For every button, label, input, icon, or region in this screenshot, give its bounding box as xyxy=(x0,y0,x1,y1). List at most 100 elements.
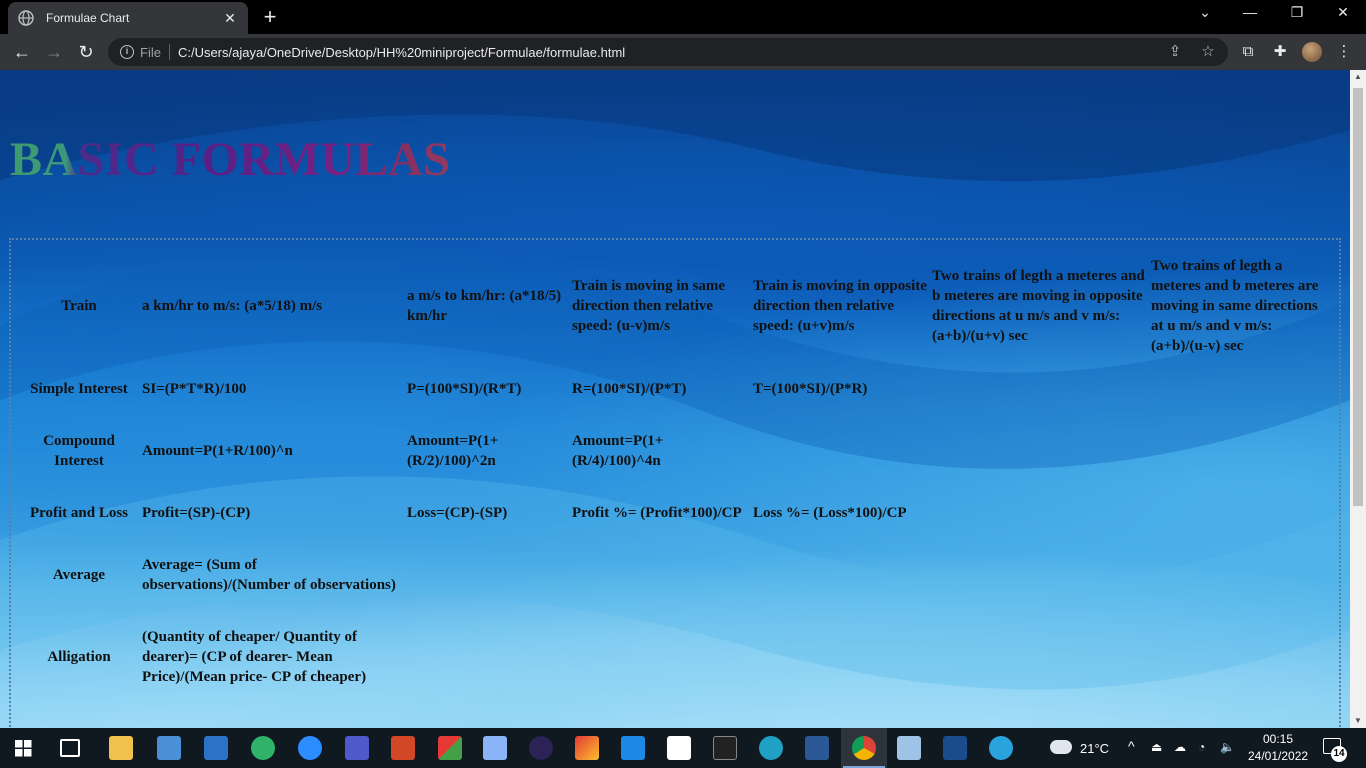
table-cell: SI=(P*T*R)/100 xyxy=(142,381,247,397)
info-icon[interactable]: i xyxy=(120,45,134,59)
weather-cloud-icon[interactable] xyxy=(1050,740,1072,754)
file-label: File xyxy=(140,44,161,60)
pen-icon[interactable]: ⏏ xyxy=(1151,740,1162,754)
powerpoint-icon[interactable] xyxy=(391,736,415,760)
share-icon[interactable]: ⇪ xyxy=(1163,38,1187,66)
news-icon[interactable] xyxy=(204,736,228,760)
vertical-scrollbar[interactable]: ▲ ▼ xyxy=(1350,70,1366,728)
restore-icon[interactable]: ❐ xyxy=(1285,4,1309,21)
vscode-icon[interactable] xyxy=(621,736,645,760)
table-cell xyxy=(406,607,569,707)
wifi-icon[interactable]: ◔ xyxy=(1198,740,1205,754)
clock-time[interactable]: 00:15 xyxy=(1263,732,1293,746)
table-cell: Train is moving in same direction then r… xyxy=(572,278,726,334)
table-cell: Train is moving in opposite direction th… xyxy=(753,278,927,334)
table-cell xyxy=(1150,483,1320,543)
table-row: Average Average= (Sum of observations)/(… xyxy=(19,545,1320,605)
table-cell xyxy=(752,607,929,707)
browser-toolbar: ← → ↻ i File C:/Users/ajaya/OneDrive/Des… xyxy=(0,34,1366,70)
table-cell: Profit=(SP)-(CP) xyxy=(142,505,251,521)
table-cell xyxy=(931,545,1148,605)
row-header: Train xyxy=(61,298,97,314)
table-cell xyxy=(1150,421,1320,481)
paint-icon[interactable] xyxy=(483,736,507,760)
mongodb-icon[interactable] xyxy=(667,736,691,760)
row-header: Simple Interest xyxy=(30,381,128,397)
chevron-up-icon[interactable]: ^ xyxy=(1128,738,1135,754)
computer-icon[interactable] xyxy=(157,736,181,760)
winrar-icon[interactable] xyxy=(575,736,599,760)
url-text[interactable]: C:/Users/ajaya/OneDrive/Desktop/HH%20min… xyxy=(178,45,625,60)
table-cell: Amount=P(1+ (R/2)/100)^2n xyxy=(407,433,499,469)
notification-badge: 14 xyxy=(1331,746,1347,762)
terminal-icon[interactable] xyxy=(713,736,737,760)
temperature[interactable]: 21°C xyxy=(1080,741,1109,756)
table-cell: P=(100*SI)/(R*T) xyxy=(407,381,522,397)
table-cell: a m/s to km/hr: (a*18/5) km/hr xyxy=(407,288,562,324)
eclipse-icon[interactable] xyxy=(529,736,553,760)
divider xyxy=(168,44,170,60)
file-explorer-icon[interactable] xyxy=(109,736,133,760)
bookmark-star-icon[interactable]: ☆ xyxy=(1196,38,1220,66)
row-header: Average xyxy=(52,567,106,583)
table-cell: Amount=P(1+R/100)^n xyxy=(142,443,293,459)
table-row: Compound Interest Amount=P(1+R/100)^n Am… xyxy=(19,421,1320,481)
table-row: Alligation (Quantity of cheaper/ Quantit… xyxy=(19,607,1320,707)
close-window-icon[interactable]: ✕ xyxy=(1331,4,1355,21)
tab-title: Formulae Chart xyxy=(46,11,130,25)
scroll-up-icon[interactable]: ▲ xyxy=(1350,70,1366,84)
chrome-icon[interactable] xyxy=(852,736,876,760)
table-cell xyxy=(406,545,569,605)
onedrive-icon[interactable]: ☁ xyxy=(1174,740,1186,754)
page-viewport: BASIC FORMULAS Train a km/hr to m/s: (a*… xyxy=(0,70,1350,728)
new-tab-icon[interactable]: + xyxy=(260,6,280,28)
formula-table: Train a km/hr to m/s: (a*5/18) m/s a m/s… xyxy=(17,253,1322,709)
table-row: Simple Interest SI=(P*T*R)/100 P=(100*SI… xyxy=(19,359,1320,419)
media-icon[interactable]: ⧉ xyxy=(1236,40,1260,64)
notes-icon[interactable] xyxy=(897,736,921,760)
avatar[interactable] xyxy=(1302,42,1322,62)
app-grid-icon[interactable] xyxy=(438,736,462,760)
windows-start-icon[interactable] xyxy=(15,740,32,757)
menu-icon[interactable]: ⋮ xyxy=(1332,40,1356,64)
formula-table-frame: Train a km/hr to m/s: (a*5/18) m/s a m/s… xyxy=(9,238,1341,728)
scroll-down-icon[interactable]: ▼ xyxy=(1350,714,1366,728)
browser-tab[interactable]: Formulae Chart ✕ xyxy=(8,2,248,34)
scroll-thumb[interactable] xyxy=(1353,88,1363,506)
table-cell: Profit %= (Profit*100)/CP xyxy=(572,505,742,521)
back-icon[interactable]: ← xyxy=(10,40,34,64)
table-row: Train a km/hr to m/s: (a*5/18) m/s a m/s… xyxy=(19,255,1320,357)
chevron-down-icon[interactable]: ⌄ xyxy=(1193,4,1217,21)
table-cell xyxy=(752,421,929,481)
clock-date[interactable]: 24/01/2022 xyxy=(1248,749,1308,763)
table-cell xyxy=(752,545,929,605)
reload-icon[interactable]: ↻ xyxy=(74,40,98,64)
word-icon[interactable] xyxy=(805,736,829,760)
taskbar: 21°C ^ ⏏ ☁ ◔ 🔈 00:15 24/01/2022 14 xyxy=(0,728,1366,768)
volume-icon[interactable]: 🔈 xyxy=(1220,740,1235,754)
table-cell xyxy=(931,421,1148,481)
close-tab-icon[interactable]: ✕ xyxy=(222,10,238,27)
table-cell: Two trains of legth a meteres and b mete… xyxy=(932,268,1145,344)
table-cell xyxy=(931,607,1148,707)
table-cell: (Quantity of cheaper/ Quantity of dearer… xyxy=(142,629,367,685)
table-cell xyxy=(1150,545,1320,605)
address-bar[interactable]: i File C:/Users/ajaya/OneDrive/Desktop/H… xyxy=(108,38,1228,66)
virtualbox-icon[interactable] xyxy=(943,736,967,760)
table-cell: R=(100*SI)/(P*T) xyxy=(572,381,687,397)
extensions-icon[interactable]: ✚ xyxy=(1268,40,1292,64)
table-cell: T=(100*SI)/(P*R) xyxy=(753,381,868,397)
table-cell: Average= (Sum of observations)/(Number o… xyxy=(142,557,396,593)
edge-icon[interactable] xyxy=(759,736,783,760)
row-header: Compound Interest xyxy=(43,433,115,469)
atom-icon[interactable] xyxy=(251,736,275,760)
globe-icon xyxy=(18,10,34,26)
minimize-icon[interactable]: — xyxy=(1238,4,1262,20)
teams-icon[interactable] xyxy=(345,736,369,760)
telegram-icon[interactable] xyxy=(989,736,1013,760)
zoom-icon[interactable] xyxy=(298,736,322,760)
row-header: Profit and Loss xyxy=(29,505,129,521)
table-row: Profit and Loss Profit=(SP)-(CP) Loss=(C… xyxy=(19,483,1320,543)
forward-icon[interactable]: → xyxy=(42,40,66,64)
task-view-icon[interactable] xyxy=(60,739,80,757)
